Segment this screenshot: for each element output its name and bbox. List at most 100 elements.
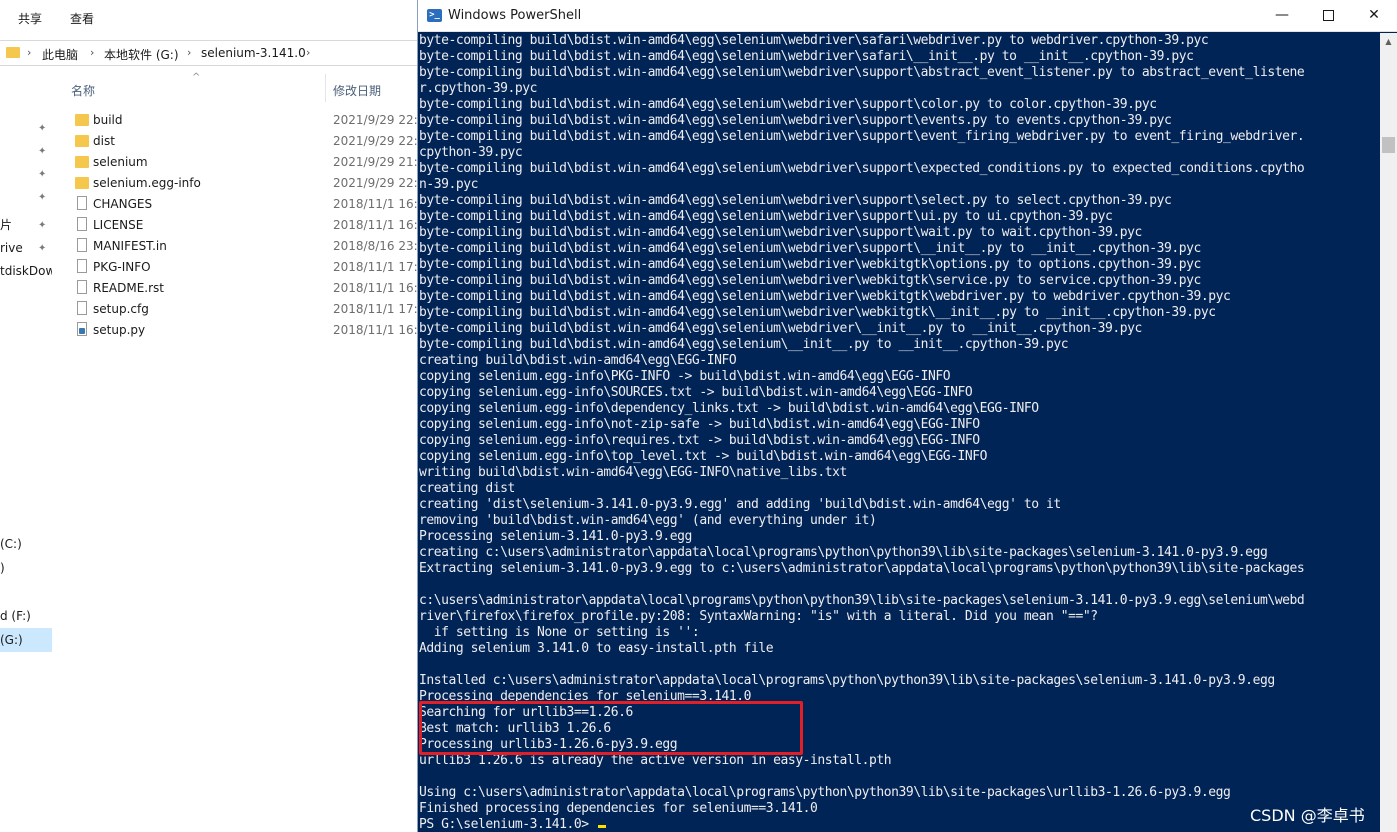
console-line: byte-compiling build\bdist.win-amd64\egg… (419, 321, 1142, 336)
file-name: setup.py (93, 323, 146, 337)
breadcrumb-separator-icon: › (187, 46, 192, 59)
console-line: c:\users\administrator\appdata\local\pro… (419, 593, 1305, 608)
console-line: Installed c:\users\administrator\appdata… (419, 673, 1275, 688)
file-date: 2021/9/29 22:0 (333, 176, 420, 190)
console-line: copying selenium.egg-info\SOURCES.txt ->… (419, 385, 973, 400)
file-row[interactable]: setup.py 2018/11/1 16:5 (60, 320, 420, 341)
nav-item-drive-c[interactable]: (C:) (0, 537, 22, 551)
console-line: copying selenium.egg-info\top_level.txt … (419, 449, 988, 464)
console-line: r.cpython-39.pyc (419, 81, 538, 96)
console-line: creating build\bdist.win-amd64\egg\EGG-I… (419, 353, 737, 368)
file-row[interactable]: README.rst 2018/11/1 16:3 (60, 278, 420, 299)
file-row[interactable]: PKG-INFO 2018/11/1 17:0 (60, 257, 420, 278)
nav-item-drive-f[interactable]: d (F:) (0, 609, 31, 623)
console-line: byte-compiling build\bdist.win-amd64\egg… (419, 33, 1209, 48)
file-name: CHANGES (93, 197, 153, 211)
file-row[interactable]: dist 2021/9/29 22:0 (60, 131, 420, 152)
file-row[interactable]: LICENSE 2018/11/1 16:5 (60, 215, 420, 236)
column-header-name[interactable]: 名称 (71, 82, 95, 99)
ribbon-tab-share[interactable]: 共享 (18, 10, 42, 27)
ribbon-tab-view[interactable]: 查看 (70, 10, 94, 27)
file-icon (77, 238, 87, 252)
file-row[interactable]: CHANGES 2018/11/1 16:4 (60, 194, 420, 215)
column-divider[interactable] (325, 74, 326, 102)
scrollbar-thumb[interactable] (1382, 137, 1395, 153)
file-row[interactable]: MANIFEST.in 2018/8/16 23:4 (60, 236, 420, 257)
highlight-annotation-box (419, 701, 803, 755)
powershell-icon: >_ (427, 9, 442, 22)
address-bar[interactable]: › 此电脑 › 本地软件 (G:) › selenium-3.141.0 › (0, 40, 418, 66)
breadcrumb-this-pc[interactable]: 此电脑 (42, 46, 78, 63)
vertical-scrollbar[interactable]: ▲ (1380, 33, 1397, 832)
file-list: ^ 名称 修改日期 build 2021/9/29 22:0 dist 2021… (60, 66, 420, 832)
file-name: setup.cfg (93, 302, 149, 316)
file-row[interactable]: setup.cfg 2018/11/1 17:0 (60, 299, 420, 320)
console-line: Using c:\users\administrator\appdata\loc… (419, 785, 1231, 800)
file-date: 2018/11/1 16:5 (333, 218, 420, 232)
console-line: Finished processing dependencies for sel… (419, 801, 818, 816)
folder-icon (75, 114, 89, 126)
nav-item-drive-g[interactable]: (G:) (0, 633, 23, 647)
console-line: byte-compiling build\bdist.win-amd64\egg… (419, 337, 1069, 352)
console-line: copying selenium.egg-info\PKG-INFO -> bu… (419, 369, 951, 384)
file-row[interactable]: selenium 2021/9/29 21:5 (60, 152, 420, 173)
file-date: 2018/11/1 16:4 (333, 197, 420, 211)
file-name: README.rst (93, 281, 165, 295)
file-name: dist (93, 134, 115, 148)
nav-item-drive-d[interactable]: ) (0, 561, 5, 575)
file-name: selenium (93, 155, 148, 169)
pin-icon[interactable]: ✦ (38, 169, 46, 180)
breadcrumb-drive-g[interactable]: 本地软件 (G:) (104, 46, 179, 63)
file-icon (77, 217, 87, 231)
maximize-button[interactable] (1305, 0, 1351, 31)
file-date: 2018/11/1 16:3 (333, 281, 420, 295)
file-date: 2018/11/1 17:0 (333, 302, 420, 316)
console-line: creating c:\users\administrator\appdata\… (419, 545, 1268, 560)
folder-icon (75, 156, 89, 168)
console-line: byte-compiling build\bdist.win-amd64\egg… (419, 113, 1172, 128)
prompt-line[interactable]: PS G:\selenium-3.141.0> (419, 817, 1379, 832)
pin-icon[interactable]: ✦ (38, 146, 46, 157)
console-line: cpython-39.pyc (419, 145, 523, 160)
scroll-up-arrow-icon[interactable]: ▲ (1380, 33, 1397, 50)
title-bar[interactable]: >_ Windows PowerShell — ✕ (418, 0, 1397, 32)
file-name: selenium.egg-info (93, 176, 201, 190)
console-line: byte-compiling build\bdist.win-amd64\egg… (419, 225, 1142, 240)
console-line: byte-compiling build\bdist.win-amd64\egg… (419, 257, 1201, 272)
pin-icon[interactable]: ✦ (38, 192, 46, 203)
file-row[interactable]: selenium.egg-info 2021/9/29 22:0 (60, 173, 420, 194)
pin-icon[interactable]: ✦ (38, 243, 46, 254)
file-icon (77, 280, 87, 294)
console-line: Adding selenium 3.141.0 to easy-install.… (419, 641, 774, 656)
console-line: byte-compiling build\bdist.win-amd64\egg… (419, 97, 1157, 112)
window-title: Windows PowerShell (448, 8, 582, 23)
console-line: n-39.pyc (419, 177, 479, 192)
python-file-icon (77, 322, 87, 336)
folder-icon (75, 177, 89, 189)
console-line: byte-compiling build\bdist.win-amd64\egg… (419, 65, 1305, 80)
console-line: creating 'dist\selenium-3.141.0-py3.9.eg… (419, 497, 1061, 512)
console-line: byte-compiling build\bdist.win-amd64\egg… (419, 161, 1305, 176)
watermark: CSDN @李卓书 (1250, 806, 1365, 825)
nav-item-drive[interactable]: rive (0, 241, 23, 255)
nav-item-pictures[interactable]: 片 (0, 216, 12, 233)
console-line: byte-compiling build\bdist.win-amd64\egg… (419, 209, 1113, 224)
nav-item-netdisk[interactable]: tdiskDow (0, 264, 52, 278)
console-line: byte-compiling build\bdist.win-amd64\egg… (419, 129, 1305, 144)
breadcrumb-separator-icon: › (90, 46, 95, 59)
console-line: copying selenium.egg-info\requires.txt -… (419, 433, 980, 448)
file-row[interactable]: build 2021/9/29 22:0 (60, 110, 420, 131)
pin-icon[interactable]: ✦ (38, 123, 46, 134)
console-line: if setting is None or setting is '': (419, 625, 700, 640)
minimize-button[interactable]: — (1259, 0, 1305, 31)
breadcrumb-selenium-folder[interactable]: selenium-3.141.0 (201, 46, 306, 60)
close-button[interactable]: ✕ (1351, 0, 1397, 31)
file-date: 2021/9/29 21:5 (333, 155, 420, 169)
navigation-pane: ✦ ✦ ✦ ✦ ✦ ✦ 片 rive tdiskDow (C:) ) d (F:… (0, 66, 52, 832)
folder-icon (6, 47, 20, 58)
breadcrumb-separator-icon: › (306, 46, 311, 59)
column-header-modified[interactable]: 修改日期 (333, 82, 381, 99)
pin-icon[interactable]: ✦ (38, 220, 46, 231)
